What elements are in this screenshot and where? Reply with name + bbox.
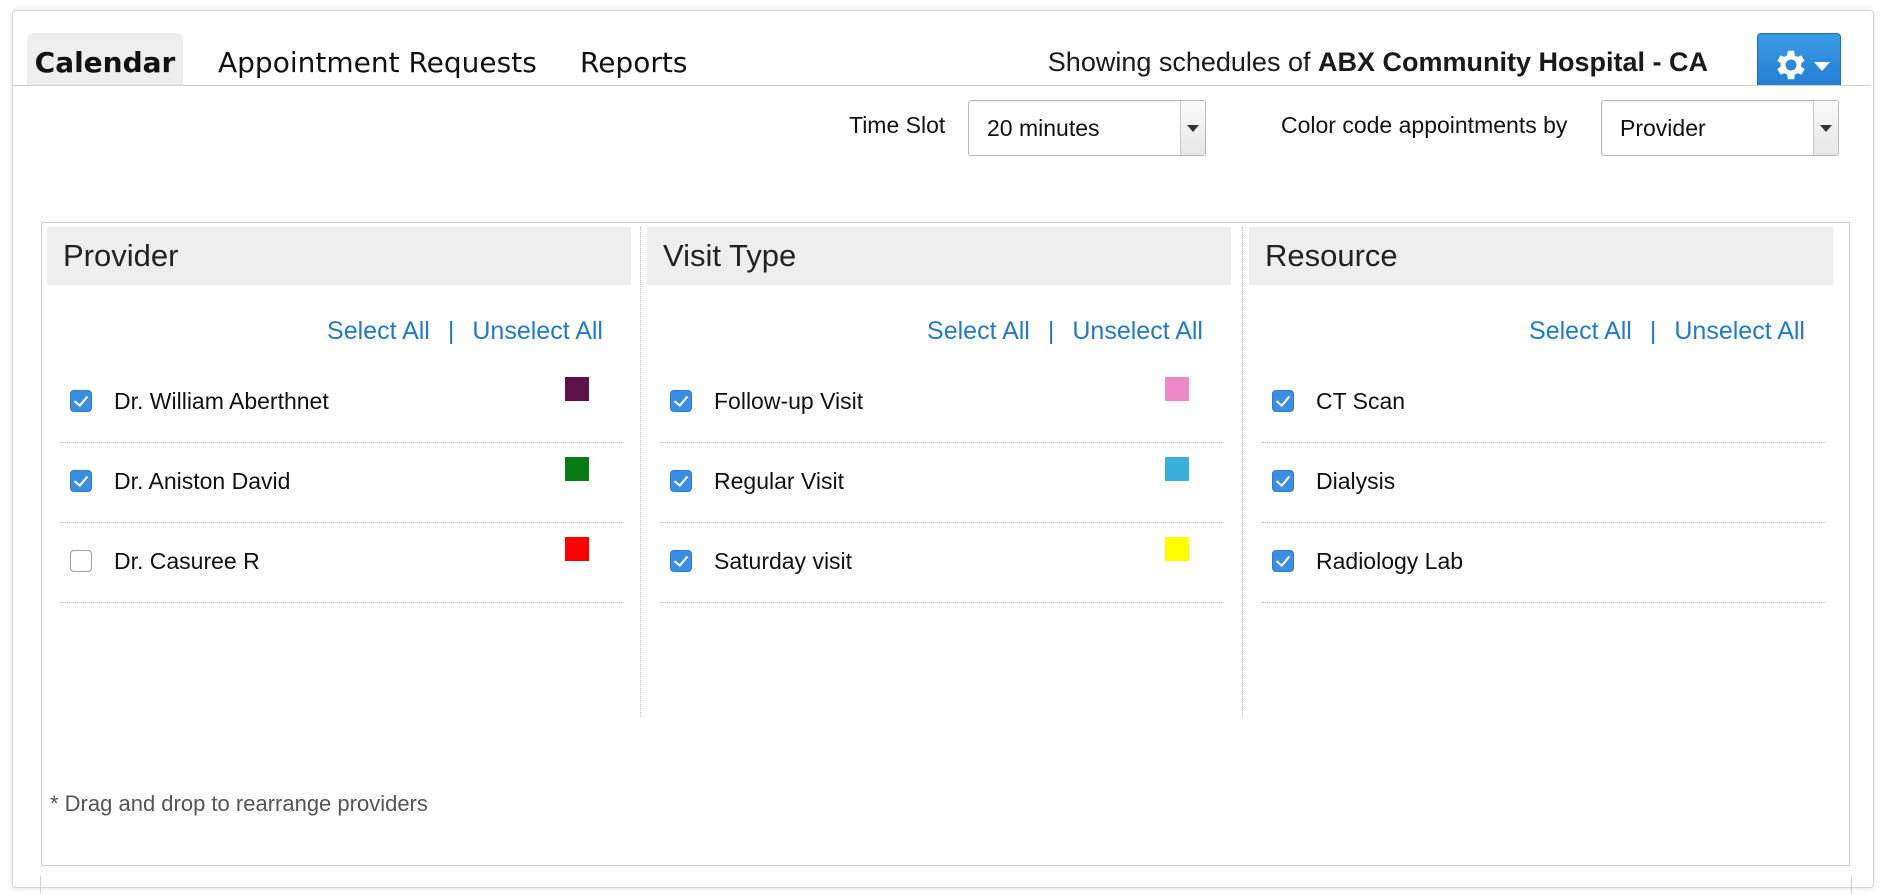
color-swatch	[565, 457, 589, 481]
settings-panel: Time Slot 20 minutes Color code appointm…	[13, 85, 1871, 886]
provider-label: Dr. Aniston David	[114, 468, 291, 494]
visit-type-item[interactable]: Follow-up Visit	[660, 362, 1224, 443]
link-divider: |	[447, 317, 455, 345]
provider-unselect-all-link[interactable]: Unselect All	[472, 317, 603, 345]
filter-box: Provider Select All | Unselect All Dr. Wil…	[41, 222, 1850, 866]
resource-select-all-link[interactable]: Select All	[1529, 317, 1632, 345]
resource-checkbox[interactable]	[1272, 390, 1294, 412]
showing-schedules-text: Showing schedules of ABX Community Hospi…	[1048, 47, 1708, 78]
visit-type-checkbox[interactable]	[670, 390, 692, 412]
provider-checkbox[interactable]	[70, 390, 92, 412]
dropdown-arrow-icon	[1813, 101, 1838, 155]
visit-type-unselect-all-link[interactable]: Unselect All	[1072, 317, 1203, 345]
provider-item[interactable]: Dr. Aniston David	[60, 442, 624, 523]
resource-checkbox[interactable]	[1272, 470, 1294, 492]
visit-type-item[interactable]: Saturday visit	[660, 522, 1224, 603]
visit-type-select-links: Select All | Unselect All	[927, 317, 1203, 346]
color-swatch	[1165, 537, 1189, 561]
time-slot-label: Time Slot	[849, 112, 946, 138]
top-bar: Calendar Appointment Requests Reports Sh…	[13, 11, 1873, 95]
color-code-value: Provider	[1620, 115, 1706, 141]
provider-item[interactable]: Dr. Casuree R	[60, 522, 624, 603]
calendar-below-edge	[40, 876, 1852, 894]
visit-type-select-all-link[interactable]: Select All	[927, 317, 1030, 345]
chevron-down-icon	[1814, 62, 1830, 71]
provider-column-title: Provider	[47, 227, 631, 285]
dropdown-arrow-icon	[1180, 101, 1205, 155]
link-divider: |	[1649, 317, 1657, 345]
visit-type-item[interactable]: Regular Visit	[660, 442, 1224, 523]
tab-calendar[interactable]: Calendar	[27, 33, 183, 93]
provider-label: Dr. William Aberthnet	[114, 388, 329, 414]
resource-checkbox[interactable]	[1272, 550, 1294, 572]
visit-type-checkbox[interactable]	[670, 550, 692, 572]
showing-prefix: Showing schedules of	[1047, 47, 1311, 77]
column-divider	[1242, 227, 1243, 717]
provider-checkbox[interactable]	[70, 470, 92, 492]
time-slot-select[interactable]: 20 minutes	[968, 100, 1206, 156]
time-slot-value: 20 minutes	[987, 115, 1100, 141]
resource-label: Radiology Lab	[1316, 548, 1464, 574]
visit-type-column-title: Visit Type	[647, 227, 1231, 285]
provider-label: Dr. Casuree R	[114, 548, 260, 574]
calendar-settings-window: Calendar Appointment Requests Reports Sh…	[12, 10, 1874, 888]
link-divider: |	[1047, 317, 1055, 345]
provider-select-links: Select All | Unselect All	[327, 317, 603, 346]
provider-item[interactable]: Dr. William Aberthnet	[60, 362, 624, 443]
column-divider	[640, 227, 641, 717]
visit-type-label: Follow-up Visit	[714, 388, 864, 414]
color-swatch	[1165, 457, 1189, 481]
resource-column-title: Resource	[1249, 227, 1833, 285]
provider-column: Provider Select All | Unselect All Dr. Wil…	[47, 227, 635, 715]
drag-drop-note: * Drag and drop to rearrange providers	[50, 791, 428, 816]
color-code-label: Color code appointments by	[1281, 112, 1568, 138]
visit-type-checkbox[interactable]	[670, 470, 692, 492]
color-swatch	[565, 537, 589, 561]
resource-item[interactable]: Radiology Lab	[1262, 522, 1826, 603]
visit-type-column: Visit Type Select All | Unselect All Follo…	[647, 227, 1235, 715]
resource-column: Resource Select All | Unselect All CT Scan…	[1249, 227, 1837, 715]
color-swatch	[565, 377, 589, 401]
provider-select-all-link[interactable]: Select All	[327, 317, 430, 345]
hospital-name: ABX Community Hospital - CA	[1317, 47, 1708, 77]
color-code-select[interactable]: Provider	[1601, 100, 1839, 156]
color-swatch	[1165, 377, 1189, 401]
tab-appointment-requests[interactable]: Appointment Requests	[218, 33, 537, 93]
resource-item[interactable]: CT Scan	[1262, 362, 1826, 443]
resource-label: CT Scan	[1316, 388, 1406, 414]
resource-select-links: Select All | Unselect All	[1529, 317, 1805, 346]
visit-type-label: Saturday visit	[714, 548, 853, 574]
resource-item[interactable]: Dialysis	[1262, 442, 1826, 523]
provider-checkbox[interactable]	[70, 550, 92, 572]
resource-unselect-all-link[interactable]: Unselect All	[1674, 317, 1805, 345]
tab-reports[interactable]: Reports	[580, 33, 687, 93]
gear-icon	[1777, 50, 1805, 80]
resource-label: Dialysis	[1316, 468, 1396, 494]
visit-type-label: Regular Visit	[714, 468, 844, 494]
